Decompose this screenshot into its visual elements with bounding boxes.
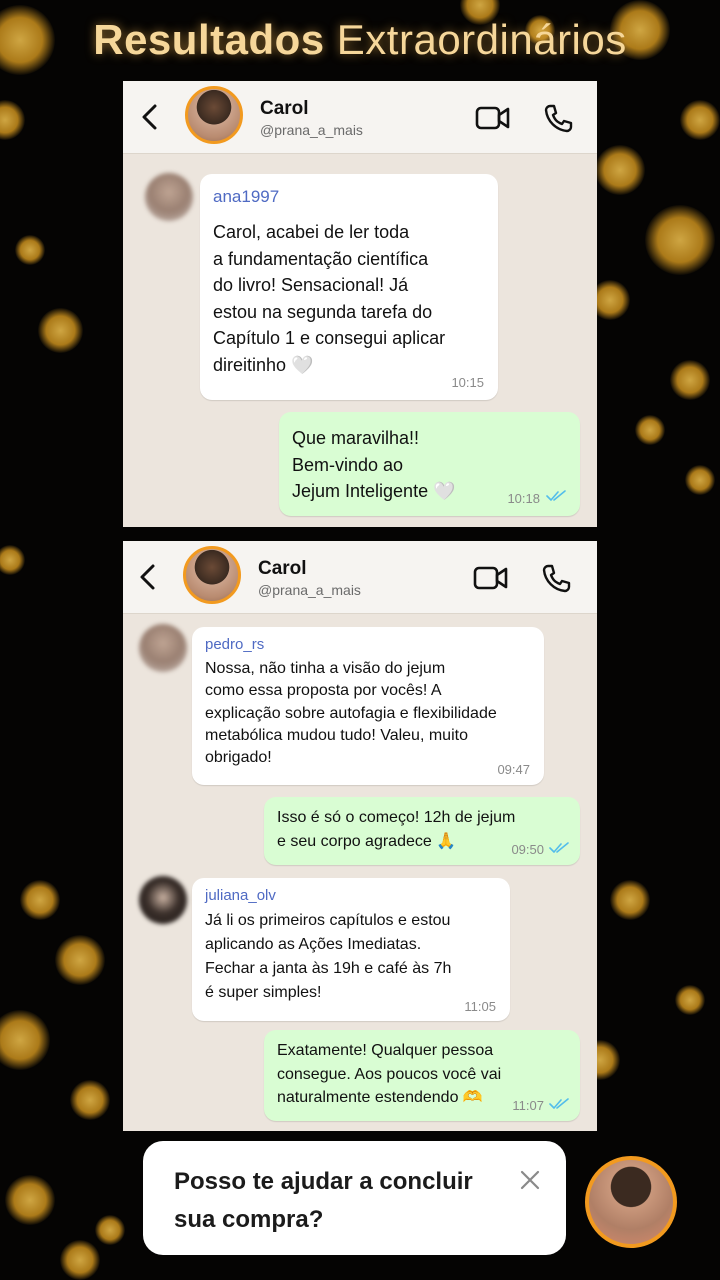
sparkle	[60, 1240, 100, 1280]
video-camera-icon[interactable]	[473, 565, 509, 591]
sparkle	[595, 145, 645, 195]
title-light: Extraordinários	[336, 16, 627, 63]
message-bubble-outgoing: Isso é só o começo! 12h de jejum e seu c…	[264, 797, 580, 865]
sparkle	[15, 235, 45, 265]
message-bubble-incoming: pedro_rs Nossa, não tinha a visão do jej…	[192, 627, 544, 785]
sparkle	[645, 205, 715, 275]
sparkle	[670, 360, 710, 400]
chat-screenshot-2: Carol @prana_a_mais pedro_rs Nossa, não …	[123, 541, 597, 1131]
sparkle	[685, 465, 715, 495]
sender-name: juliana_olv	[205, 887, 276, 904]
message-time: 09:47	[497, 762, 530, 777]
help-popup[interactable]: Posso te ajudar a concluir sua compra?	[143, 1141, 566, 1255]
message-time: 10:15	[451, 375, 484, 390]
message-bubble-outgoing: Exatamente! Qualquer pessoa consegue. Ao…	[264, 1030, 580, 1121]
contact-handle: @prana_a_mais	[258, 582, 361, 598]
chevron-left-icon[interactable]	[137, 103, 165, 131]
double-check-icon	[546, 490, 566, 501]
chevron-left-icon[interactable]	[135, 563, 163, 591]
contact-avatar[interactable]	[185, 86, 243, 144]
sparkle	[0, 100, 25, 140]
video-camera-icon[interactable]	[475, 105, 511, 131]
message-bubble-incoming: juliana_olv Já li os primeiros capítulos…	[192, 878, 510, 1021]
message-text: Já li os primeiros capítulos e estou apl…	[205, 912, 452, 1001]
sparkle	[95, 1215, 125, 1245]
sparkle	[55, 935, 105, 985]
double-check-icon	[549, 842, 569, 853]
sparkle	[610, 880, 650, 920]
phone-icon[interactable]	[543, 103, 573, 133]
sender-name: pedro_rs	[205, 636, 265, 653]
sparkle	[675, 985, 705, 1015]
message-time: 10:18	[507, 491, 540, 506]
message-bubble-incoming: ana1997 Carol, acabei de ler toda a fund…	[200, 174, 498, 400]
sparkle	[680, 100, 720, 140]
support-agent-avatar[interactable]	[585, 1156, 677, 1248]
contact-name: Carol	[258, 558, 307, 579]
sparkle	[37, 307, 83, 353]
sender-avatar	[139, 876, 187, 924]
sender-avatar	[139, 624, 187, 672]
sender-avatar	[145, 173, 193, 221]
chat-header: Carol @prana_a_mais	[123, 541, 597, 614]
sparkle	[0, 1010, 50, 1070]
sparkle	[0, 545, 25, 575]
chat-header: Carol @prana_a_mais	[123, 81, 597, 154]
sparkle	[635, 415, 665, 445]
message-text: Carol, acabei de ler toda a fundamentaçã…	[213, 222, 446, 375]
contact-avatar[interactable]	[183, 546, 241, 604]
message-time: 11:07	[512, 1098, 544, 1113]
message-bubble-outgoing: Que maravilha!! Bem-vindo ao Jejum Intel…	[279, 412, 580, 516]
double-check-icon	[549, 1098, 569, 1109]
title-bold: Resultados	[93, 16, 325, 63]
contact-name: Carol	[260, 98, 309, 119]
chat-screenshot-1: Carol @prana_a_mais ana1997 Carol, acabe…	[123, 81, 597, 527]
sparkle	[70, 1080, 110, 1120]
message-time: 11:05	[464, 999, 496, 1014]
sender-name: ana1997	[213, 187, 280, 206]
sparkle	[5, 1175, 55, 1225]
contact-handle: @prana_a_mais	[260, 122, 363, 138]
message-text: Nossa, não tinha a visão do jejum como e…	[205, 660, 497, 767]
help-popup-text[interactable]: Posso te ajudar a concluir sua compra?	[174, 1163, 504, 1239]
phone-icon[interactable]	[541, 563, 571, 593]
close-icon[interactable]	[518, 1168, 542, 1192]
sparkle	[20, 880, 60, 920]
message-time: 09:50	[511, 842, 544, 857]
page-title: Resultados Extraordinários	[0, 16, 720, 64]
